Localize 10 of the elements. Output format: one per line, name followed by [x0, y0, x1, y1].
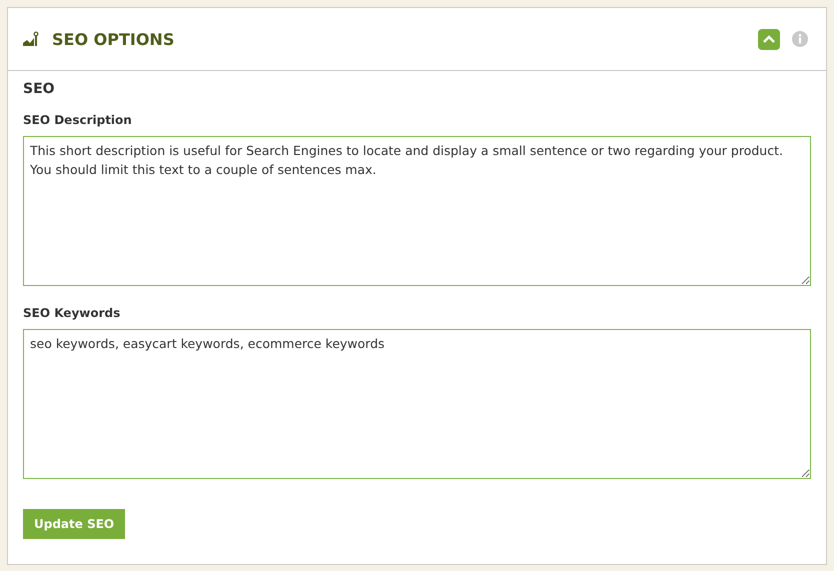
collapse-button[interactable] — [758, 28, 780, 50]
text-area[interactable]: seo keywords, easycart keywords, ecommerce keywords — [23, 329, 811, 479]
section-heading: SEO — [23, 81, 55, 97]
info-icon[interactable] — [792, 31, 808, 47]
text-area[interactable]: This short description is useful for Search Engines to locate and display a small sentence or two regarding your product. You should limit this text to a couple of sentences max. — [23, 136, 811, 286]
panel-title: SEO OPTIONS — [52, 30, 174, 48]
caret-icon — [763, 35, 775, 43]
field-label: SEO Description — [23, 113, 132, 127]
chart-icon — [22, 31, 40, 47]
field-label: SEO Keywords — [23, 306, 120, 320]
